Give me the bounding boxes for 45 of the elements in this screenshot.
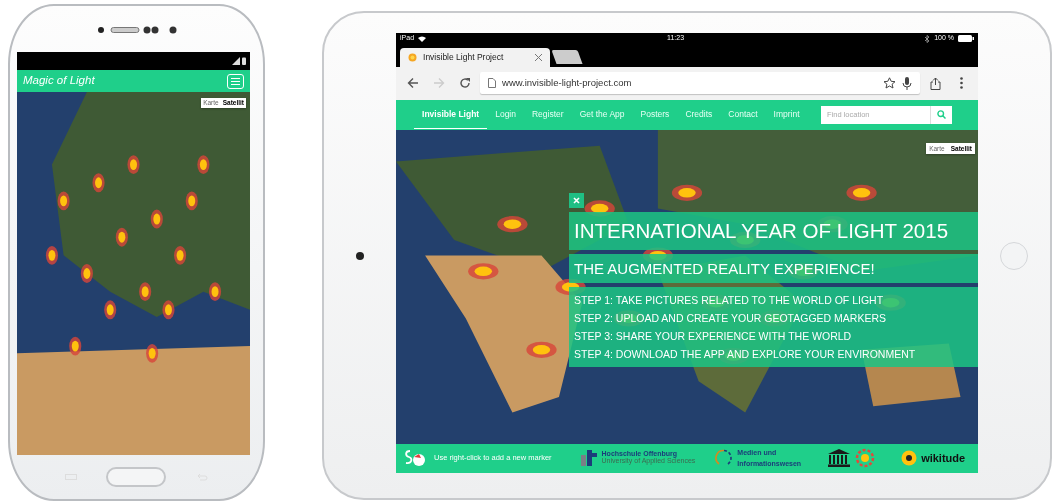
nav-link[interactable]: Invisible Light	[414, 99, 488, 130]
share-icon[interactable]	[929, 76, 941, 90]
banner-subtitle: THE AUGMENTED REALITY EXPERIENCE!	[569, 253, 978, 283]
menu-button[interactable]	[227, 73, 244, 89]
browser-tab[interactable]: Invisible Light Project	[400, 47, 550, 67]
eye-logo-icon	[901, 450, 918, 466]
wifi-icon	[418, 35, 427, 42]
new-tab-button[interactable]	[551, 49, 583, 64]
battery-icon	[958, 35, 974, 42]
more-icon[interactable]	[959, 77, 963, 89]
nav-link[interactable]: Login	[487, 100, 524, 129]
search-icon[interactable]	[937, 110, 946, 119]
temple-icon	[827, 449, 852, 467]
mouse-hand-icon	[402, 449, 426, 467]
bluetooth-icon	[925, 34, 931, 43]
university-logo-icon	[579, 449, 598, 467]
close-icon[interactable]	[535, 53, 542, 61]
microphone-icon[interactable]	[902, 76, 912, 90]
sun-icon	[408, 52, 417, 62]
star-icon[interactable]	[883, 77, 896, 89]
nav-link[interactable]: Posters	[632, 100, 678, 129]
reload-icon[interactable]	[459, 77, 471, 89]
nav-link[interactable]: Get the App	[571, 100, 633, 129]
banner-title: INTERNATIONAL YEAR OF LIGHT 2015	[569, 211, 978, 250]
nav-link[interactable]: Credits	[677, 100, 721, 129]
battery-icon	[242, 57, 246, 65]
back-arrow-icon[interactable]	[407, 77, 419, 89]
step-text: STEP 2: UPLOAD AND CREATE YOUR GEOTAGGED MARKERS	[574, 310, 887, 326]
logo-name: wikitude	[921, 450, 966, 466]
camera-icon	[356, 251, 364, 260]
app-title: Magic of Light	[23, 73, 95, 89]
nav-link[interactable]: Contact	[720, 100, 766, 129]
step-text: STEP 3: SHARE YOUR EXPERIENCE WITH THE WORLD	[574, 328, 853, 344]
ring-logo-icon	[715, 449, 734, 467]
color-ring-icon	[855, 448, 876, 468]
page-icon	[488, 78, 496, 88]
address-bar[interactable]: www.invisible-light-project.com	[480, 72, 920, 94]
signal-icon	[232, 57, 240, 65]
step-text: STEP 4: DOWNLOAD THE APP AND EXPLORE YOUR ENVIRONMENT	[574, 346, 917, 362]
speaker-icon	[96, 26, 159, 34]
nav-link[interactable]: Register	[524, 100, 572, 129]
step-text: STEP 1: TAKE PICTURES RELATED TO THE WORLD OF LIGHT	[574, 292, 885, 308]
menu-icon[interactable]	[231, 77, 240, 85]
camera-icon	[168, 26, 177, 34]
nav-link[interactable]: Imprint	[765, 100, 808, 129]
